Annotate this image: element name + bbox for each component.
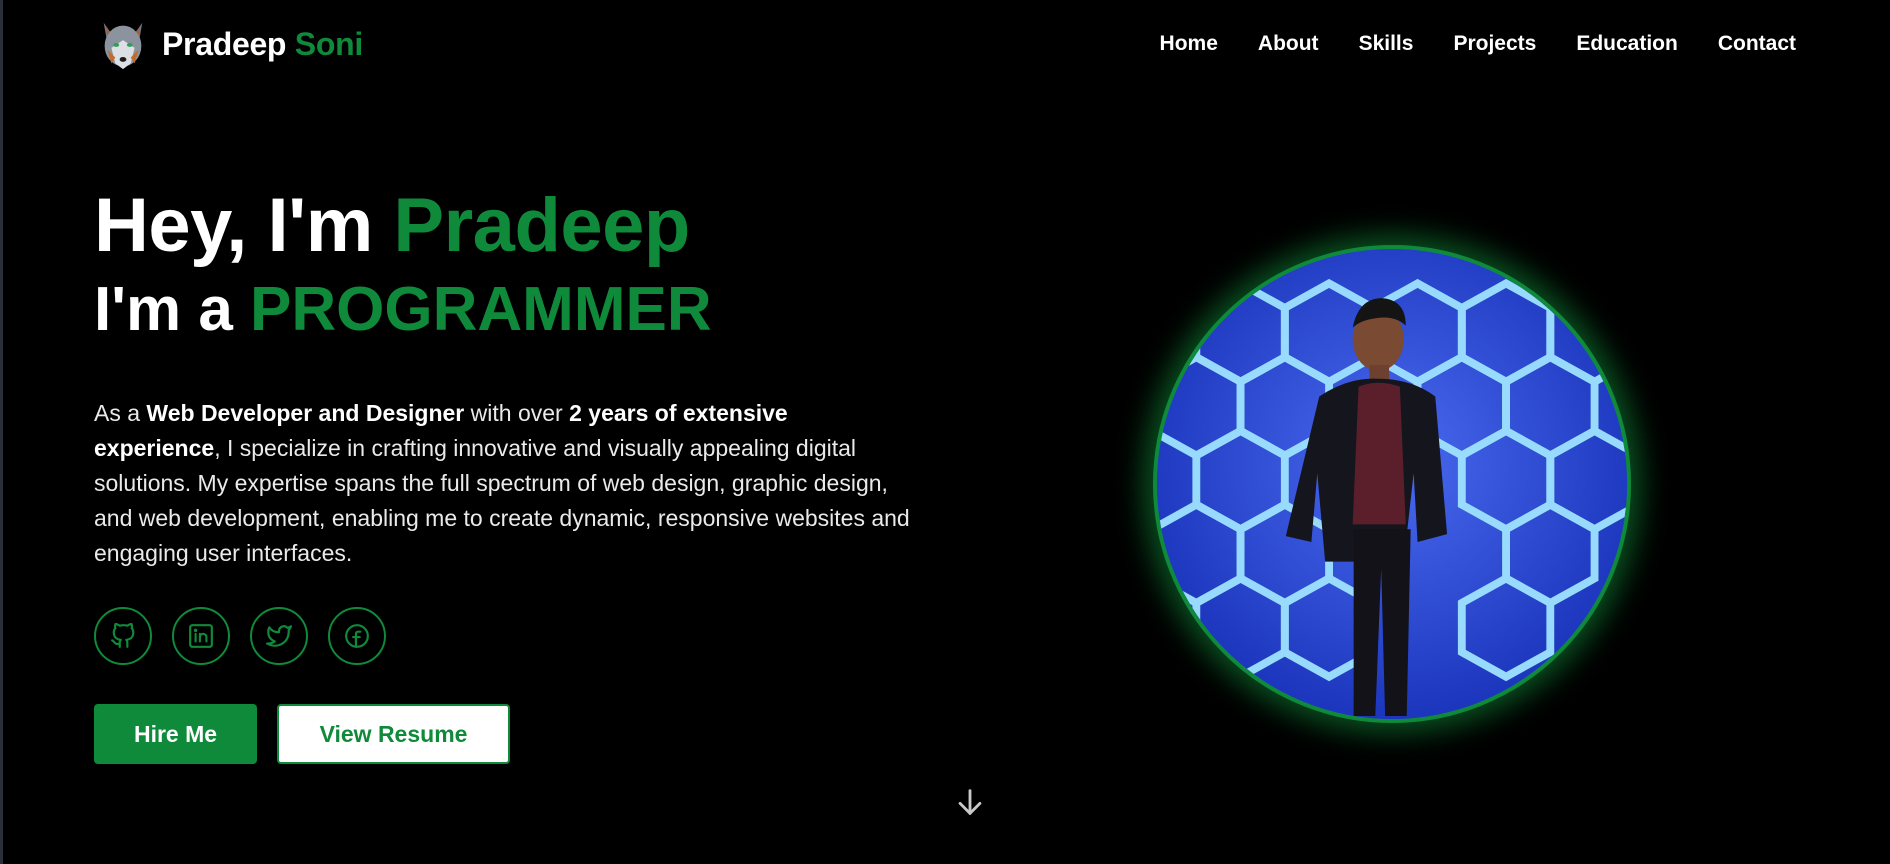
brand[interactable]: Pradeep Soni — [94, 15, 363, 73]
facebook-icon — [345, 624, 369, 648]
role-prefix: I'm a — [94, 275, 233, 344]
main-nav: Home About Skills Projects Education Con… — [1160, 32, 1796, 56]
facebook-link[interactable] — [328, 607, 386, 665]
hire-me-button[interactable]: Hire Me — [94, 704, 257, 764]
profile-photo — [1153, 245, 1631, 723]
nav-skills[interactable]: Skills — [1359, 32, 1414, 56]
hero-actions: Hire Me View Resume — [94, 704, 914, 764]
arrow-down-icon[interactable] — [953, 785, 987, 819]
wolf-logo-icon — [103, 22, 143, 70]
brand-name: Pradeep Soni — [162, 26, 363, 63]
nav-projects[interactable]: Projects — [1453, 32, 1536, 56]
hero-subheading: I'm a PROGRAMMER — [94, 272, 914, 348]
desc-part-3: , I specialize in crafting innovative an… — [94, 435, 910, 566]
window-edge — [0, 0, 3, 864]
nav-contact[interactable]: Contact — [1718, 32, 1796, 56]
twitter-icon — [266, 625, 292, 647]
profile-photo-illustration — [1157, 249, 1627, 719]
brand-last-name: Soni — [294, 25, 363, 62]
hero-intro: Hey, I'm Pradeep I'm a PROGRAMMER As a W… — [94, 180, 914, 764]
desc-bold-role: Web Developer and Designer — [146, 400, 465, 426]
desc-part-1: As a — [94, 400, 147, 426]
social-links — [94, 607, 914, 665]
navbar: Pradeep Soni Home About Skills Projects … — [94, 0, 1796, 88]
nav-home[interactable]: Home — [1160, 32, 1218, 56]
hero-heading: Hey, I'm Pradeep — [94, 180, 914, 272]
linkedin-icon — [189, 624, 213, 648]
github-icon — [111, 623, 135, 648]
brand-first-name: Pradeep — [162, 25, 287, 62]
role-text: PROGRAMMER — [250, 275, 712, 344]
linkedin-link[interactable] — [172, 607, 230, 665]
desc-part-2: with over — [464, 400, 570, 426]
nav-education[interactable]: Education — [1576, 32, 1678, 56]
github-link[interactable] — [94, 607, 152, 665]
view-resume-button[interactable]: View Resume — [277, 704, 510, 764]
twitter-link[interactable] — [250, 607, 308, 665]
hero-greeting: Hey, I'm — [94, 183, 373, 268]
hero-name: Pradeep — [393, 183, 690, 268]
hero-description: As a Web Developer and Designer with ove… — [94, 396, 914, 571]
nav-about[interactable]: About — [1258, 32, 1319, 56]
